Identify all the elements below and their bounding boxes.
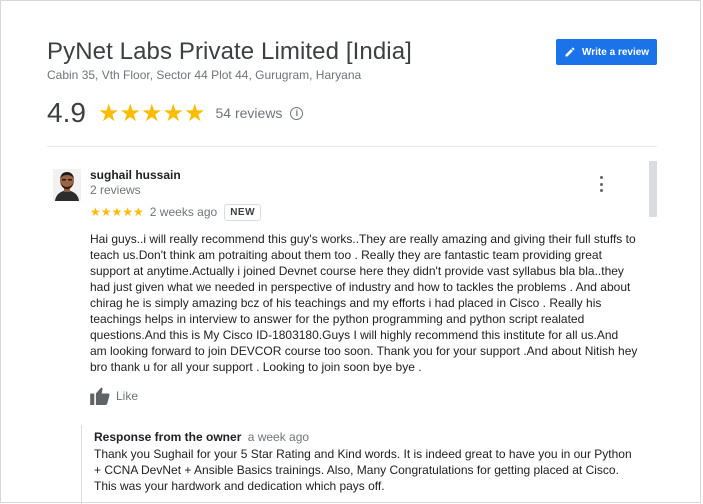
review-count[interactable]: 54 reviews: [216, 105, 283, 121]
owner-response-title: Response from the owner: [94, 430, 242, 444]
rating-stars: ★★★★★: [97, 99, 206, 127]
info-icon[interactable]: i: [290, 106, 304, 120]
like-button[interactable]: Like: [90, 387, 138, 405]
avatar[interactable]: [53, 169, 81, 201]
reviewer-name[interactable]: sughail hussain: [90, 168, 181, 182]
reviews-panel: PyNet Labs Private Limited [India] Cabin…: [0, 0, 701, 504]
divider: [47, 146, 657, 147]
write-review-button[interactable]: Write a review: [556, 39, 657, 65]
owner-response-header: Response from the owner a week ago: [94, 430, 309, 444]
business-address: Cabin 35, Vth Floor, Sector 44 Plot 44, …: [47, 68, 362, 82]
rating-value: 4.9: [47, 97, 86, 128]
new-badge: NEW: [224, 203, 262, 221]
reviewer-review-count: 2 reviews: [90, 183, 141, 197]
pencil-icon: [565, 47, 575, 57]
review-date: 2 weeks ago: [149, 205, 218, 219]
owner-response: Response from the owner a week ago Thank…: [81, 425, 642, 504]
overall-rating: 4.9 ★★★★★ 54 reviews i: [47, 95, 304, 131]
review-stars: ★★★★★: [90, 205, 144, 219]
owner-response-text: Thank you Sughail for your 5 Star Rating…: [94, 447, 632, 493]
review-rating-row: ★★★★★ 2 weeks ago NEW: [90, 203, 262, 221]
review-text: Hai guys..i will really recommend this g…: [90, 232, 638, 374]
owner-response-date: a week ago: [247, 430, 310, 444]
write-review-label: Write a review: [582, 46, 650, 58]
like-label: Like: [116, 389, 139, 403]
business-name: PyNet Labs Private Limited [India]: [47, 38, 412, 65]
scrollbar-thumb[interactable]: [649, 161, 657, 217]
thumbs-up-icon: [90, 387, 110, 405]
more-options-icon[interactable]: [597, 176, 605, 192]
